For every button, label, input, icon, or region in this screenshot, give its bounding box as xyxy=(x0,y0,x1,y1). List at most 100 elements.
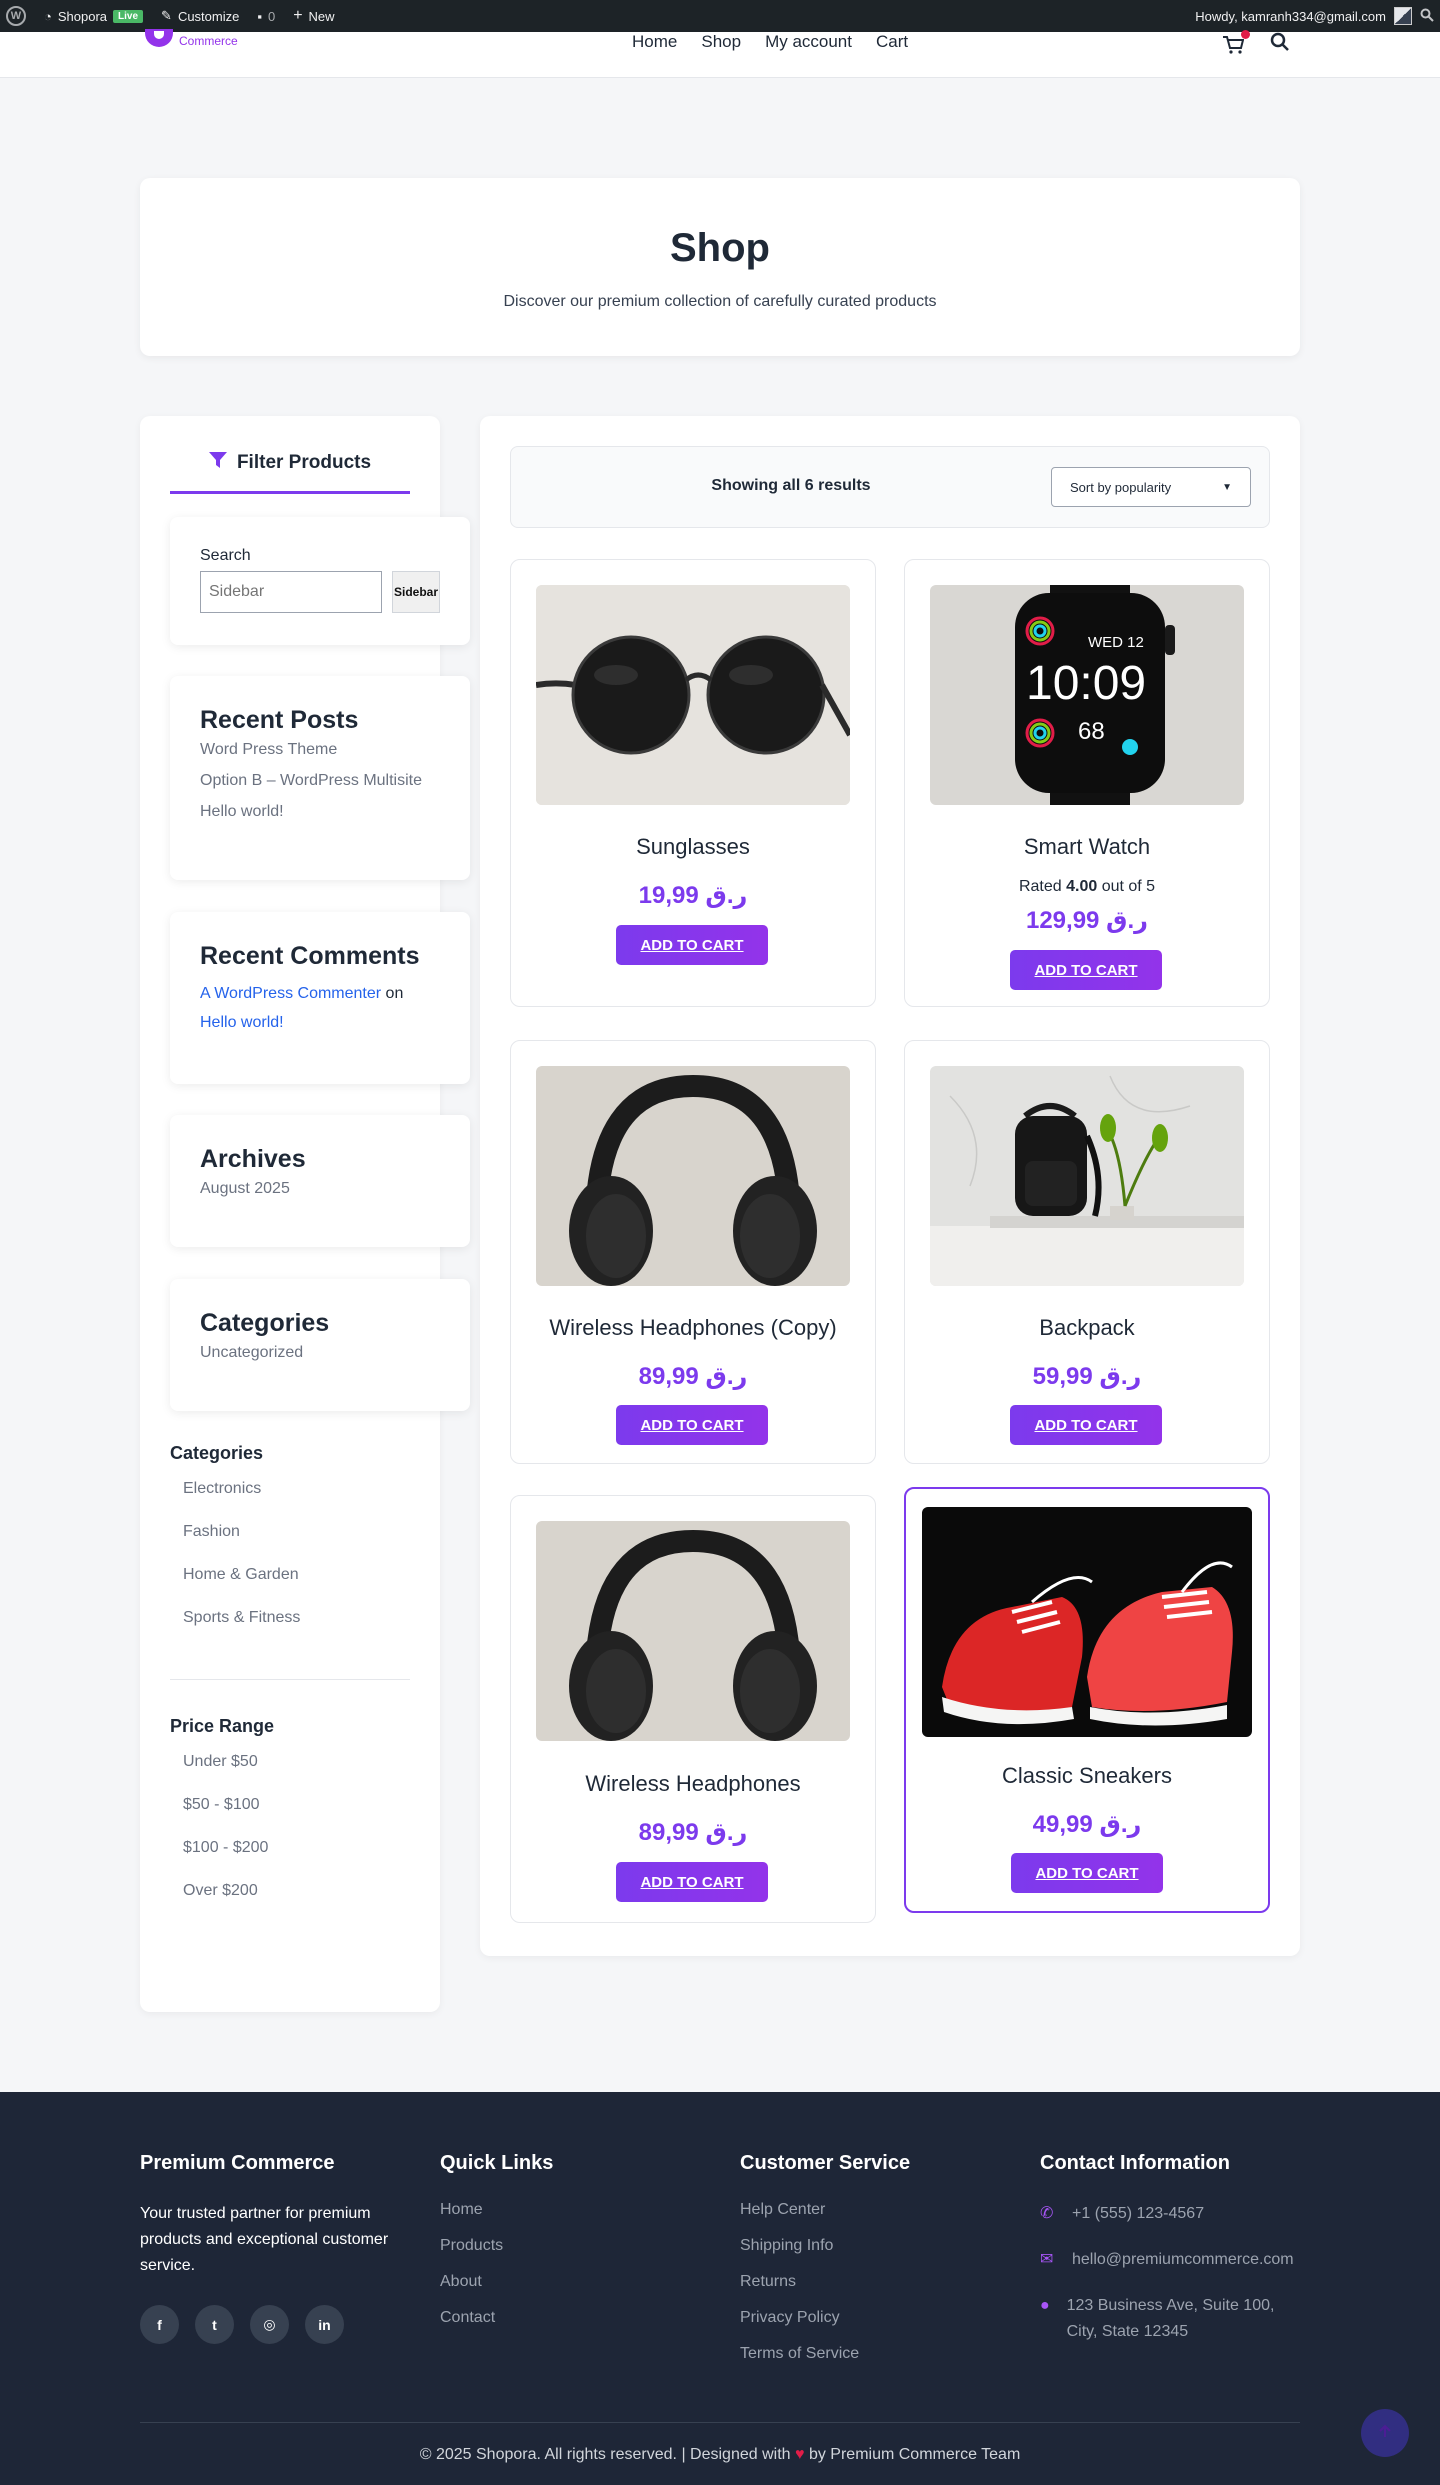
recent-comments-title: Recent Comments xyxy=(200,942,420,970)
footer-link[interactable]: Contact xyxy=(440,2309,720,2345)
footer-link[interactable]: Terms of Service xyxy=(740,2345,1020,2381)
price-range-title: Price Range xyxy=(170,1716,275,1736)
nav-home[interactable]: Home xyxy=(632,32,677,52)
comments-count: 0 xyxy=(267,8,276,24)
add-to-cart-button[interactable]: ADD TO CART xyxy=(616,1405,768,1445)
product-image-sunglasses[interactable] xyxy=(536,585,850,805)
nav-shop[interactable]: Shop xyxy=(701,32,741,52)
result-count: Showing all 6 results xyxy=(711,477,871,494)
nav-my-account[interactable]: My account xyxy=(765,32,852,52)
search-widget: Search Sidebar xyxy=(170,517,470,645)
product-card[interactable]: Wireless Headphones ر.ق 89,99 ADD TO CAR… xyxy=(510,1495,876,1923)
facebook-icon[interactable]: f xyxy=(140,2305,179,2344)
footer-link[interactable]: Returns xyxy=(740,2273,1020,2309)
product-name[interactable]: Backpack xyxy=(905,1315,1269,1341)
customize-link[interactable]: ✎ Customize xyxy=(161,8,239,24)
category-filter-item[interactable]: Sports & Fitness xyxy=(170,1609,410,1652)
archives-widget: Archives August 2025 xyxy=(170,1115,470,1247)
product-image-sneakers[interactable] xyxy=(922,1507,1252,1737)
site-name-menu[interactable]: ◔ Shopora Live xyxy=(44,9,144,24)
instagram-icon[interactable]: ◎ xyxy=(250,2305,289,2344)
add-to-cart-button[interactable]: ADD TO CART xyxy=(1010,950,1162,990)
archive-link[interactable]: August 2025 xyxy=(200,1180,440,1198)
footer-brand-title: Premium Commerce xyxy=(140,2152,335,2174)
shop-toolbar: Showing all 6 results Sort by popularity… xyxy=(510,446,1270,528)
add-to-cart-button[interactable]: ADD TO CART xyxy=(1010,1405,1162,1445)
sidebar-search-button[interactable]: Sidebar xyxy=(392,571,440,613)
brush-icon: ✎ xyxy=(161,8,172,23)
add-to-cart-button[interactable]: ADD TO CART xyxy=(616,925,768,965)
add-to-cart-button[interactable]: ADD TO CART xyxy=(1011,1853,1163,1893)
nav-cart[interactable]: Cart xyxy=(876,32,908,52)
product-price: ر.ق 89,99 xyxy=(638,1363,748,1390)
footer-divider xyxy=(140,2422,1300,2423)
product-name[interactable]: Smart Watch xyxy=(905,834,1269,860)
howdy-account-menu[interactable]: Howdy, kamranh334@gmail.com xyxy=(1195,9,1386,24)
copyright-prefix: © 2025 Shopora. All rights reserved. | D… xyxy=(419,2446,791,2463)
products-panel: Showing all 6 results Sort by popularity… xyxy=(480,416,1300,1956)
price-range-item[interactable]: $100 - $200 xyxy=(170,1839,410,1882)
new-label: New xyxy=(308,8,335,24)
category-filter-item[interactable]: Electronics xyxy=(170,1480,410,1523)
product-name[interactable]: Wireless Headphones (Copy) xyxy=(511,1315,875,1341)
category-filter-item[interactable]: Fashion xyxy=(170,1523,410,1566)
sidebar-divider xyxy=(170,1679,410,1680)
product-card[interactable]: Sunglasses ر.ق 19,99 ADD TO CART xyxy=(510,559,876,1007)
product-image-headphones[interactable] xyxy=(536,1066,850,1286)
phone-text[interactable]: +1 (555) 123-4567 xyxy=(1072,2201,1204,2227)
back-to-top-button[interactable] xyxy=(1361,2409,1409,2457)
email-text[interactable]: hello@premiumcommerce.com xyxy=(1072,2247,1294,2273)
twitter-icon[interactable]: t xyxy=(195,2305,234,2344)
comment-icon: ▪ xyxy=(257,8,262,24)
comment-author-link[interactable]: A WordPress Commenter xyxy=(200,985,381,1002)
sidebar-search-input[interactable] xyxy=(200,571,382,613)
footer-link[interactable]: Shipping Info xyxy=(740,2237,1020,2273)
footer-link[interactable]: Help Center xyxy=(740,2201,1020,2237)
avatar[interactable] xyxy=(1394,7,1412,25)
sort-select[interactable]: Sort by popularity ▼ xyxy=(1051,467,1251,507)
categories-widget: Categories Uncategorized xyxy=(170,1279,470,1411)
price-range-item[interactable]: $50 - $100 xyxy=(170,1796,410,1839)
comments-link[interactable]: ▪ 0 xyxy=(257,9,275,24)
wp-logo-menu[interactable]: W xyxy=(6,6,26,26)
comment-post-link[interactable]: Hello world! xyxy=(200,1014,284,1031)
sort-value: Sort by popularity xyxy=(1070,479,1172,495)
product-card[interactable]: Classic Sneakers ر.ق 49,99 ADD TO CART xyxy=(904,1487,1270,1913)
price-range-item[interactable]: Over $200 xyxy=(170,1882,410,1925)
footer-contact: Contact Information ✆ +1 (555) 123-4567 … xyxy=(1040,2152,1300,2365)
footer-link[interactable]: About xyxy=(440,2273,720,2309)
price-range-item[interactable]: Under $50 xyxy=(170,1753,410,1796)
product-image-backpack[interactable] xyxy=(930,1066,1244,1286)
cart-icon[interactable] xyxy=(1222,29,1250,54)
product-name[interactable]: Classic Sneakers xyxy=(906,1763,1268,1789)
recent-post-link[interactable]: Option B – WordPress Multisite xyxy=(200,772,440,790)
linkedin-icon[interactable]: in xyxy=(305,2305,344,2344)
category-filter-item[interactable]: Home & Garden xyxy=(170,1566,410,1609)
footer-link[interactable]: Home xyxy=(440,2201,720,2237)
add-to-cart-button[interactable]: ADD TO CART xyxy=(616,1862,768,1902)
product-image-headphones[interactable] xyxy=(536,1521,850,1741)
site-logo[interactable]: Commerce xyxy=(145,29,238,50)
product-name[interactable]: Sunglasses xyxy=(511,834,875,860)
comment-on-text: on xyxy=(385,985,404,1002)
product-name[interactable]: Wireless Headphones xyxy=(511,1771,875,1797)
contact-address: ● 123 Business Ave, Suite 100, City, Sta… xyxy=(1040,2293,1300,2345)
product-image-smart-watch[interactable]: WED 12 10:09 68 xyxy=(930,585,1244,805)
watch-time: 10:09 xyxy=(1026,657,1146,710)
recent-post-link[interactable]: Hello world! xyxy=(200,803,440,821)
product-rating: Rated 4.00 out of 5 xyxy=(905,878,1269,896)
footer-quick-links: Quick Links Home Products About Contact xyxy=(440,2152,720,2345)
header-search-icon[interactable] xyxy=(1270,32,1290,57)
cart-count-badge xyxy=(1241,29,1250,39)
wordpress-icon: W xyxy=(6,6,26,26)
product-card[interactable]: Wireless Headphones (Copy) ر.ق 89,99 ADD… xyxy=(510,1040,876,1464)
product-card[interactable]: Backpack ر.ق 59,99 ADD TO CART xyxy=(904,1040,1270,1464)
price-range-filter: Price Range Under $50 $50 - $100 $100 - … xyxy=(170,1716,410,1925)
category-link[interactable]: Uncategorized xyxy=(200,1344,440,1362)
product-card[interactable]: WED 12 10:09 68 Smart Watch Rated 4.00 o… xyxy=(904,559,1270,1007)
recent-post-link[interactable]: Word Press Theme xyxy=(200,741,440,759)
search-icon[interactable] xyxy=(1420,8,1434,25)
footer-link[interactable]: Products xyxy=(440,2237,720,2273)
new-content-menu[interactable]: + New xyxy=(293,7,334,25)
footer-link[interactable]: Privacy Policy xyxy=(740,2309,1020,2345)
